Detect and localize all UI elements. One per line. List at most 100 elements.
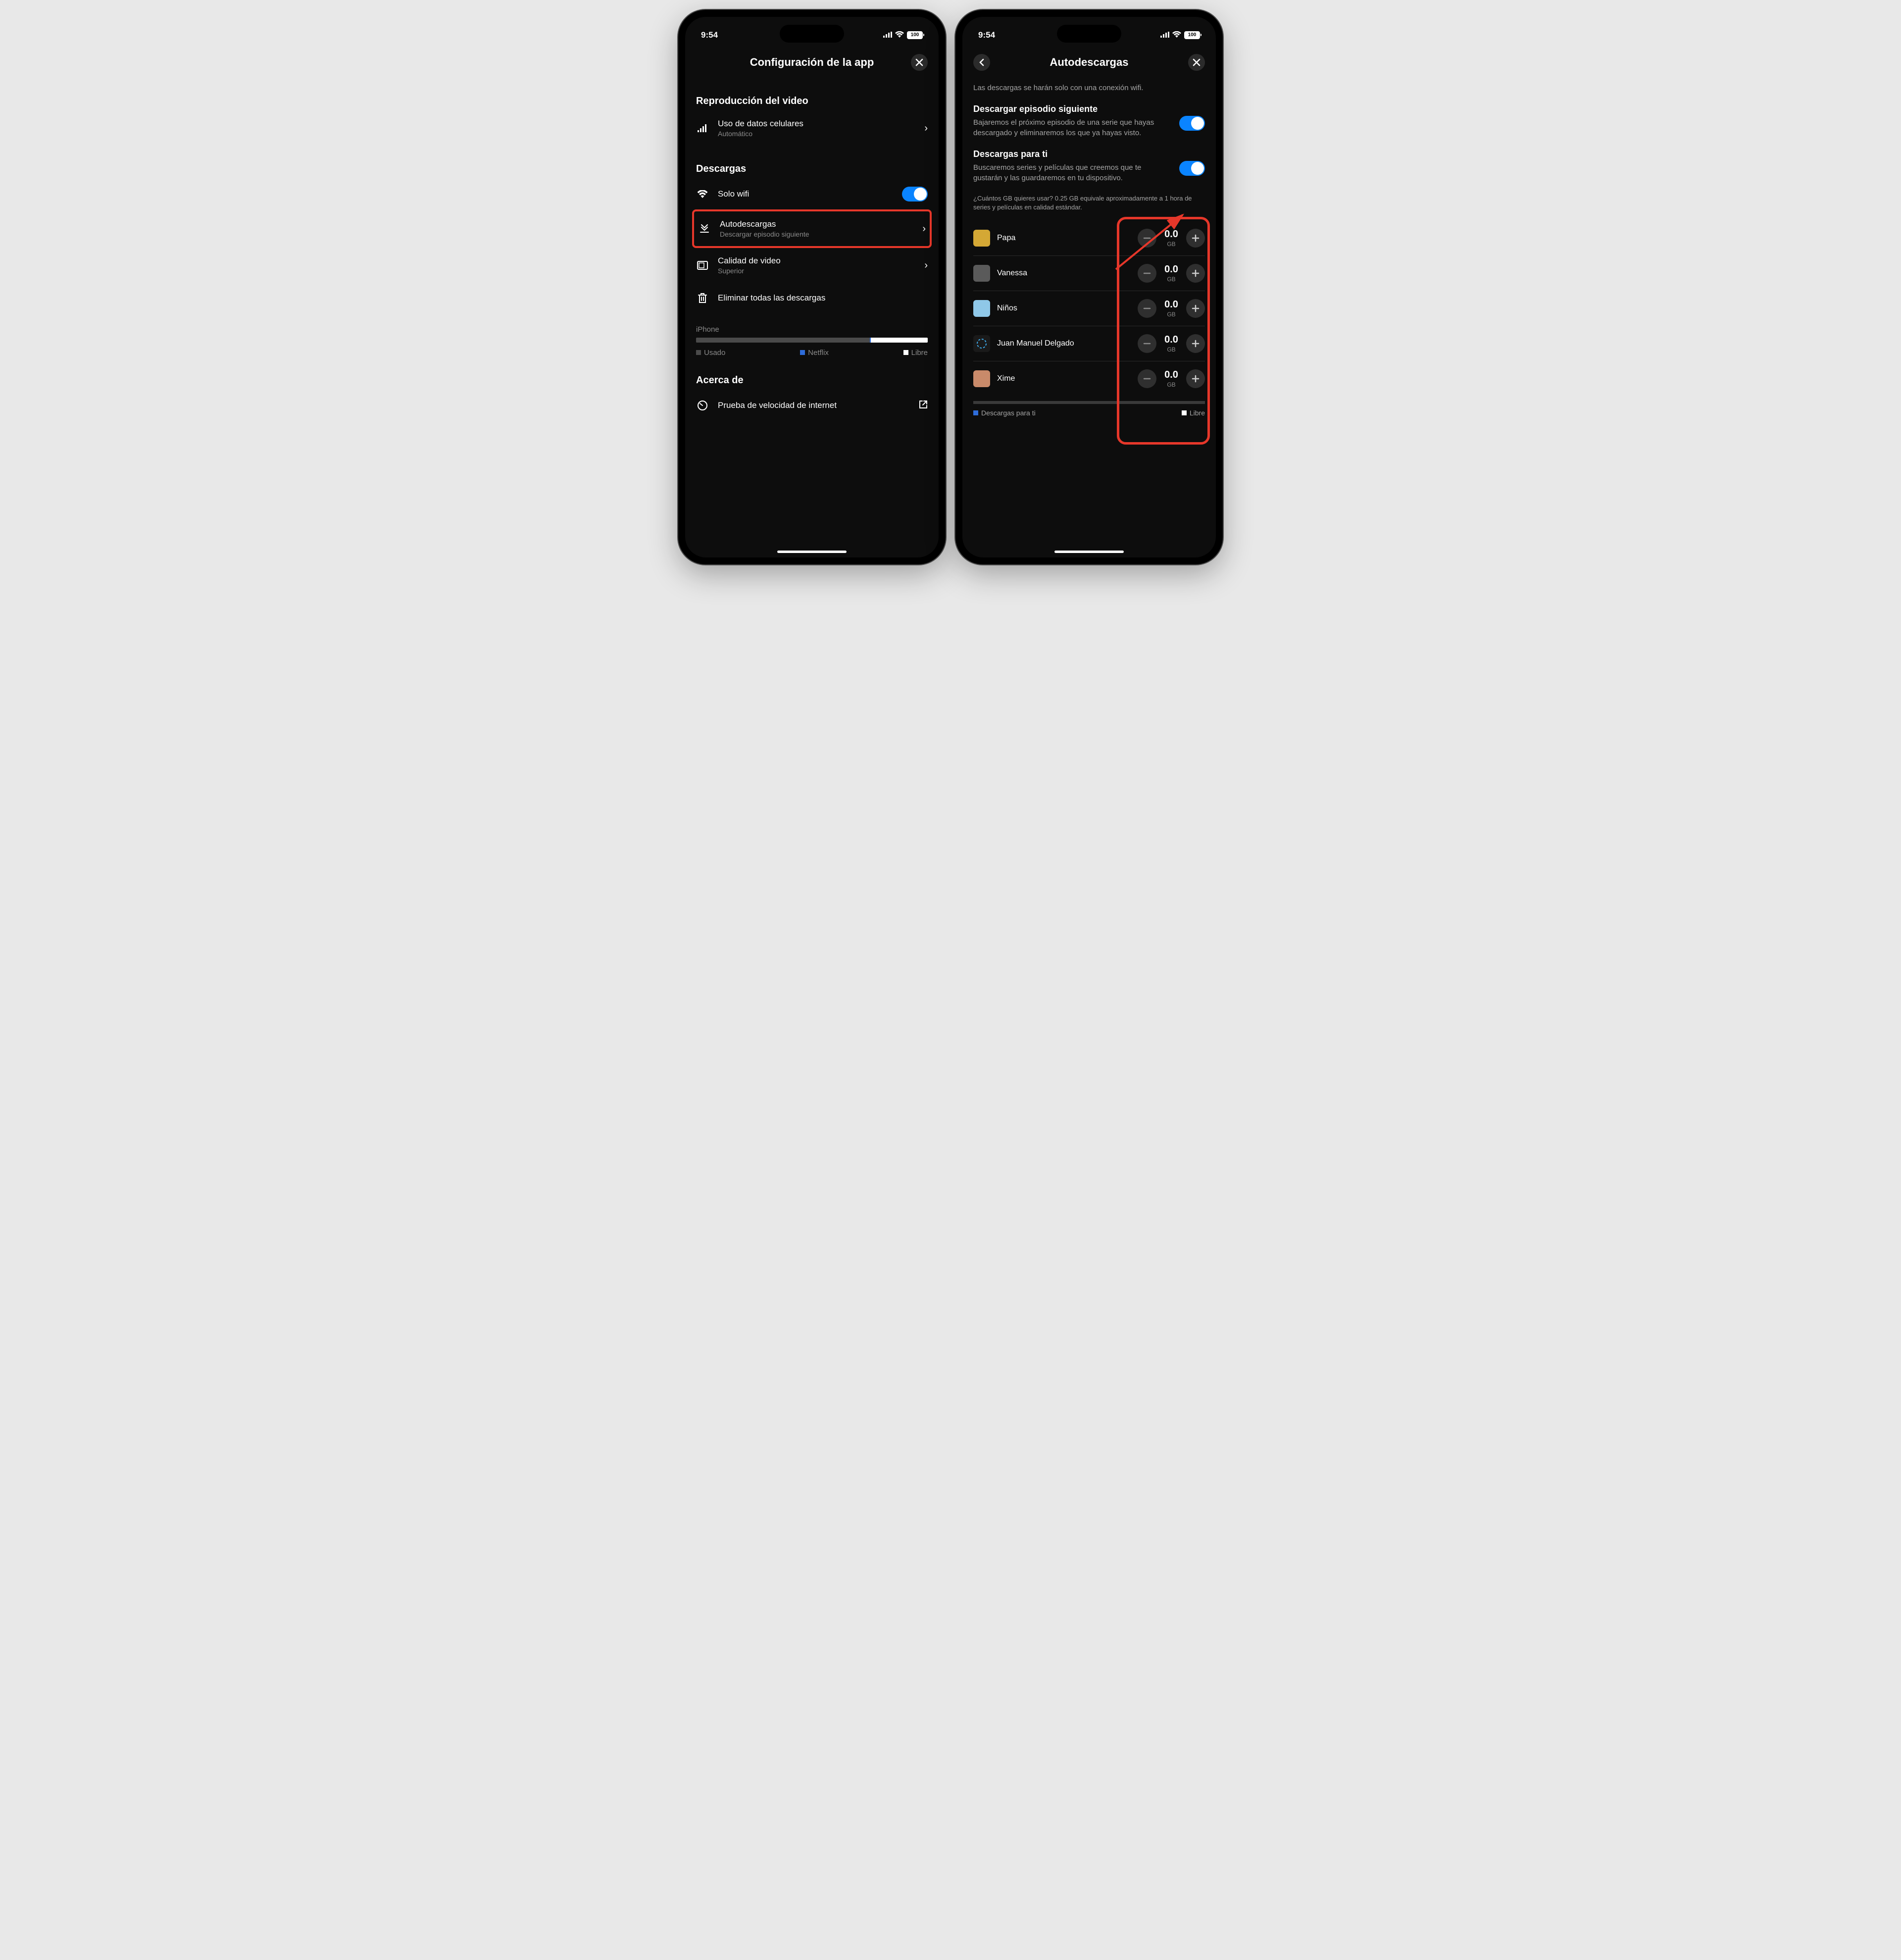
legend-downloads-for-you: Descargas para ti bbox=[981, 409, 1036, 417]
gauge-icon bbox=[696, 400, 709, 411]
plus-button[interactable] bbox=[1186, 299, 1205, 318]
chevron-right-icon: › bbox=[924, 123, 928, 134]
wifi-only-row: Solo wifi bbox=[696, 179, 928, 209]
minus-button[interactable] bbox=[1138, 299, 1156, 318]
bottom-legend: Descargas para ti Libre bbox=[973, 409, 1205, 417]
profile-row: Xime 0.0 GB bbox=[973, 361, 1205, 396]
page-title: Autodescargas bbox=[1050, 56, 1129, 69]
wifi-icon bbox=[696, 190, 709, 198]
gb-unit: GB bbox=[1160, 381, 1182, 388]
clock: 9:54 bbox=[701, 30, 718, 40]
profile-row: Papa 0.0 GB bbox=[973, 221, 1205, 256]
screen-left: 9:54 100 Configuración de la app Reprodu… bbox=[685, 17, 939, 557]
back-button[interactable] bbox=[973, 54, 990, 71]
wifi-only-label: Solo wifi bbox=[718, 189, 893, 199]
wifi-icon bbox=[1172, 30, 1181, 40]
wifi-only-toggle[interactable] bbox=[902, 187, 928, 201]
downloads-for-you-toggle[interactable] bbox=[1179, 161, 1205, 176]
profile-name: Niños bbox=[997, 304, 1138, 313]
next-episode-block: Descargar episodio siguiente Bajaremos e… bbox=[973, 104, 1205, 138]
gb-stepper: 0.0 GB bbox=[1138, 229, 1205, 248]
legend-free: Libre bbox=[1190, 409, 1205, 417]
gb-stepper: 0.0 GB bbox=[1138, 334, 1205, 353]
gb-value: 0.0 bbox=[1160, 299, 1182, 310]
avatar bbox=[973, 300, 990, 317]
page-title: Configuración de la app bbox=[750, 56, 874, 69]
gb-unit: GB bbox=[1160, 311, 1182, 318]
profile-row: Vanessa 0.0 GB bbox=[973, 256, 1205, 291]
download-stack-icon bbox=[698, 224, 711, 234]
home-indicator[interactable] bbox=[1054, 551, 1124, 553]
delete-all-row[interactable]: Eliminar todas las descargas bbox=[696, 283, 928, 313]
minus-button[interactable] bbox=[1138, 334, 1156, 353]
video-quality-row[interactable]: Calidad de video Superior › bbox=[696, 248, 928, 283]
downloads-for-you-desc: Buscaremos series y películas que creemo… bbox=[973, 162, 1171, 183]
speed-test-row[interactable]: Prueba de velocidad de internet bbox=[696, 390, 928, 421]
profile-name: Papa bbox=[997, 234, 1138, 243]
cellular-signal-icon bbox=[883, 30, 892, 40]
gb-unit: GB bbox=[1160, 241, 1182, 248]
profile-name: Vanessa bbox=[997, 269, 1138, 278]
avatar bbox=[973, 265, 990, 282]
minus-button[interactable] bbox=[1138, 229, 1156, 248]
trash-icon bbox=[696, 293, 709, 303]
storage-bar bbox=[696, 338, 928, 343]
section-about: Acerca de bbox=[696, 375, 928, 386]
gb-unit: GB bbox=[1160, 346, 1182, 353]
screen-right: 9:54 100 Autodescargas Las descargas se … bbox=[962, 17, 1216, 557]
profile-name: Xime bbox=[997, 374, 1138, 383]
dynamic-island bbox=[780, 25, 844, 43]
legend-free: Libre bbox=[911, 349, 928, 357]
chevron-right-icon: › bbox=[924, 260, 928, 271]
next-episode-title: Descargar episodio siguiente bbox=[973, 104, 1171, 114]
video-quality-icon bbox=[696, 261, 709, 270]
delete-all-label: Eliminar todas las descargas bbox=[718, 293, 928, 303]
video-quality-sublabel: Superior bbox=[718, 267, 915, 275]
speed-test-label: Prueba de velocidad de internet bbox=[718, 401, 910, 410]
profile-row: Niños 0.0 GB bbox=[973, 291, 1205, 326]
highlight-autodescargas: Autodescargas Descargar episodio siguien… bbox=[692, 209, 932, 248]
legend-netflix: Netflix bbox=[808, 349, 829, 357]
storage-bar-bottom bbox=[973, 401, 1205, 404]
phone-left: 9:54 100 Configuración de la app Reprodu… bbox=[678, 10, 946, 564]
gb-stepper: 0.0 GB bbox=[1138, 264, 1205, 283]
plus-button[interactable] bbox=[1186, 369, 1205, 388]
external-link-icon bbox=[919, 400, 928, 411]
legend-used: Usado bbox=[704, 349, 725, 357]
close-button[interactable] bbox=[1188, 54, 1205, 71]
plus-button[interactable] bbox=[1186, 334, 1205, 353]
avatar bbox=[973, 230, 990, 247]
next-episode-toggle[interactable] bbox=[1179, 116, 1205, 131]
close-button[interactable] bbox=[911, 54, 928, 71]
cellular-bars-icon bbox=[696, 124, 709, 132]
battery-icon: 100 bbox=[1184, 31, 1200, 39]
gb-unit: GB bbox=[1160, 276, 1182, 283]
minus-button[interactable] bbox=[1138, 369, 1156, 388]
section-video-playback: Reproducción del video bbox=[696, 96, 928, 107]
gb-stepper: 0.0 GB bbox=[1138, 369, 1205, 388]
header: Configuración de la app bbox=[685, 44, 939, 78]
gb-value: 0.0 bbox=[1160, 334, 1182, 346]
gb-value: 0.0 bbox=[1160, 369, 1182, 381]
minus-button[interactable] bbox=[1138, 264, 1156, 283]
gb-value: 0.0 bbox=[1160, 229, 1182, 240]
gb-stepper: 0.0 GB bbox=[1138, 299, 1205, 318]
downloads-for-you-title: Descargas para ti bbox=[973, 149, 1171, 159]
plus-button[interactable] bbox=[1186, 264, 1205, 283]
cellular-signal-icon bbox=[1160, 30, 1169, 40]
wifi-note: Las descargas se harán solo con una cone… bbox=[973, 83, 1205, 93]
cellular-data-row[interactable]: Uso de datos celulares Automático › bbox=[696, 111, 928, 146]
autodownloads-row[interactable]: Autodescargas Descargar episodio siguien… bbox=[698, 211, 926, 246]
battery-icon: 100 bbox=[907, 31, 923, 39]
wifi-icon bbox=[895, 30, 904, 40]
storage-free-segment bbox=[871, 338, 928, 343]
profile-name: Juan Manuel Delgado bbox=[997, 339, 1138, 348]
avatar bbox=[973, 335, 990, 352]
plus-button[interactable] bbox=[1186, 229, 1205, 248]
gb-hint: ¿Cuántos GB quieres usar? 0.25 GB equiva… bbox=[973, 194, 1205, 212]
autodownloads-sublabel: Descargar episodio siguiente bbox=[720, 230, 913, 238]
video-quality-label: Calidad de video bbox=[718, 256, 915, 266]
cellular-sublabel: Automático bbox=[718, 130, 915, 138]
home-indicator[interactable] bbox=[777, 551, 847, 553]
avatar bbox=[973, 370, 990, 387]
